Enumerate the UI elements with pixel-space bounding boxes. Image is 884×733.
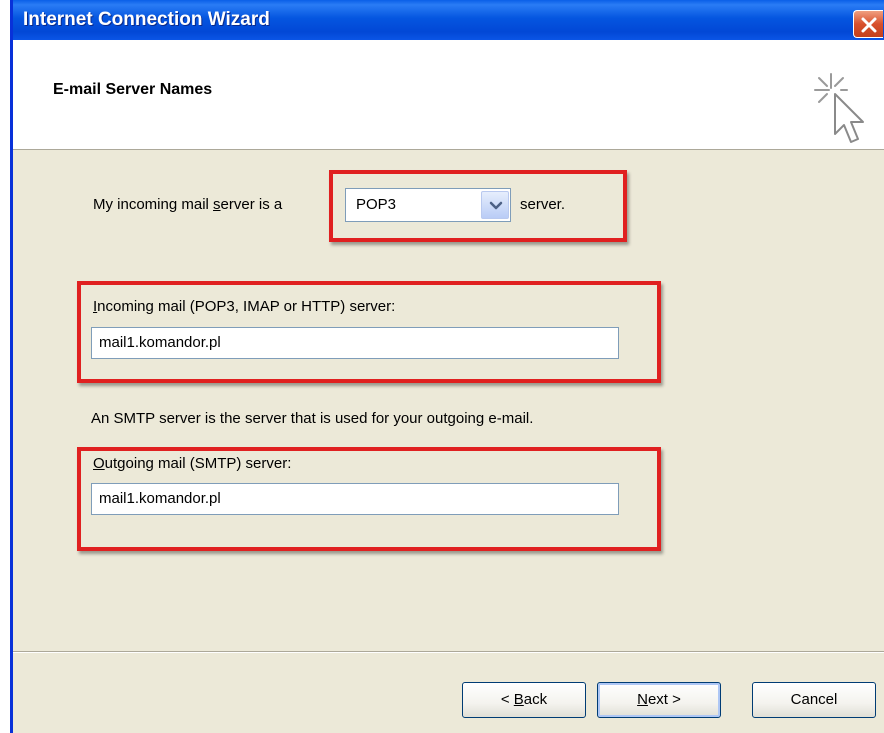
cursor-sparkle-icon <box>814 73 864 143</box>
close-button[interactable] <box>853 10 883 38</box>
title-bar[interactable]: Internet Connection Wizard <box>13 0 884 40</box>
footer-separator <box>13 651 884 653</box>
server-type-value: POP3 <box>356 196 397 213</box>
server-type-select[interactable]: POP3 <box>345 188 511 222</box>
close-icon <box>861 17 877 33</box>
cancel-button[interactable]: Cancel <box>752 682 876 718</box>
back-button[interactable]: < Back <box>462 682 586 718</box>
outgoing-server-label: Outgoing mail (SMTP) server: <box>93 455 292 472</box>
wizard-window: Internet Connection Wizard E-mail Server… <box>10 0 884 733</box>
incoming-server-field[interactable]: mail1.komandor.pl <box>91 327 619 359</box>
server-type-label: My incoming mail server is a <box>93 196 283 213</box>
next-button[interactable]: Next > <box>597 682 721 718</box>
server-suffix-label: server. <box>520 196 566 213</box>
incoming-server-label: Incoming mail (POP3, IMAP or HTTP) serve… <box>93 298 396 315</box>
smtp-info-text: An SMTP server is the server that is use… <box>91 410 534 427</box>
chevron-down-icon <box>489 201 503 210</box>
page-title: E-mail Server Names <box>53 81 213 98</box>
header-panel: E-mail Server Names <box>13 40 884 150</box>
dropdown-button[interactable] <box>481 191 509 219</box>
window-title: Internet Connection Wizard <box>23 9 270 30</box>
outgoing-server-field[interactable]: mail1.komandor.pl <box>91 483 619 515</box>
